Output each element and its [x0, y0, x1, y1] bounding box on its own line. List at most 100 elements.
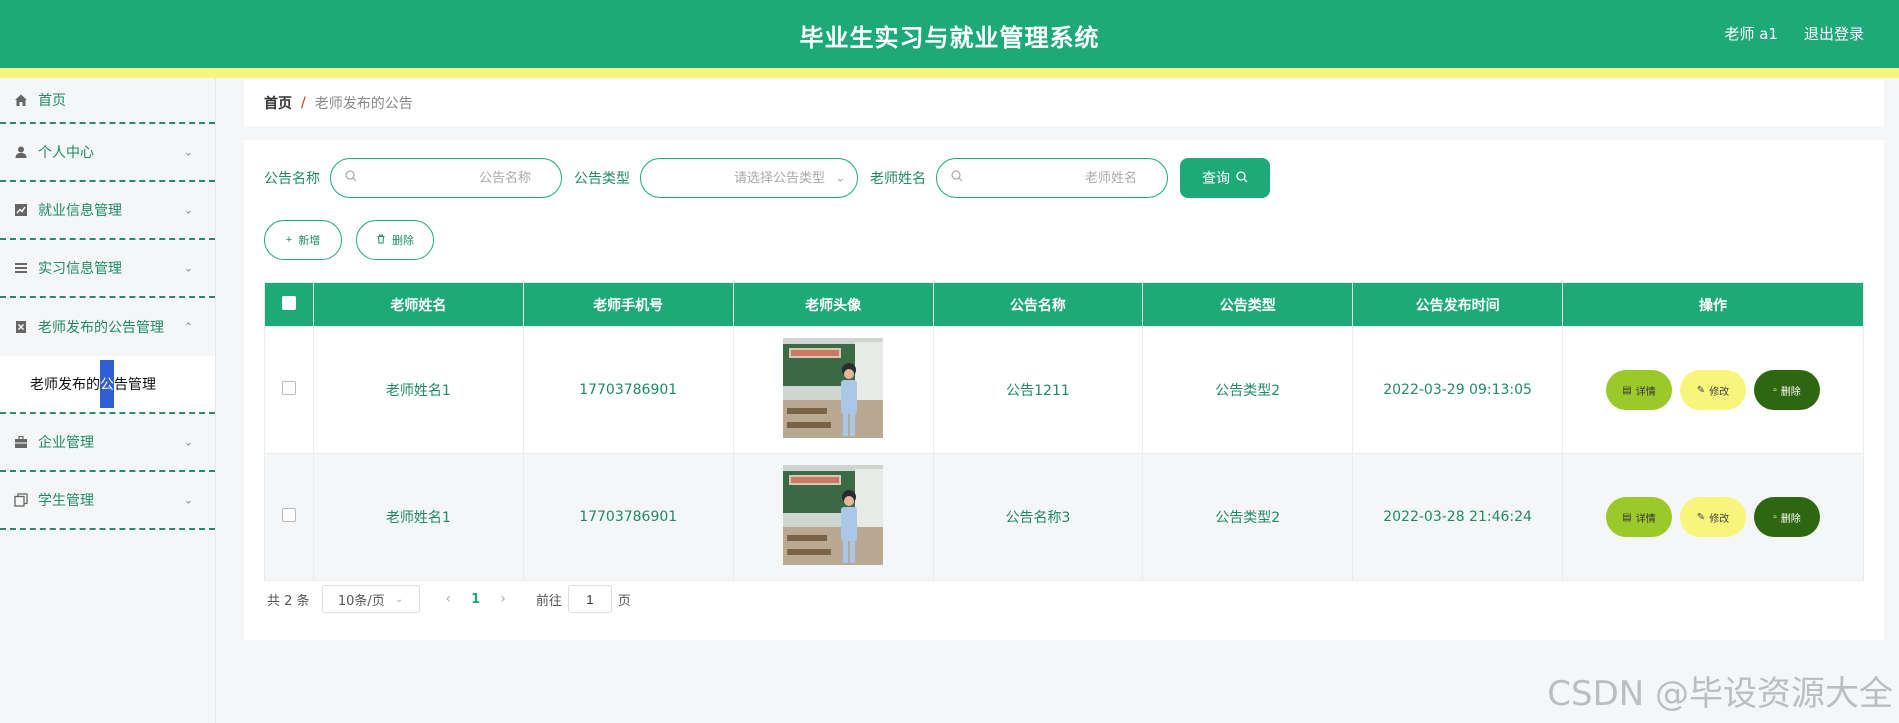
- search-icon: [345, 170, 357, 186]
- teacher-name-field: [936, 158, 1168, 198]
- teacher-avatar-image[interactable]: [783, 465, 884, 565]
- edit-label: 修改: [1709, 386, 1730, 398]
- column-header[interactable]: 老师手机号: [522, 282, 734, 327]
- search-icon: [951, 170, 963, 186]
- chevron-down-icon: ⌄: [183, 145, 193, 159]
- edit-button[interactable]: ✎ 修改: [1680, 497, 1746, 537]
- announcement-name-cell: 公告1211: [932, 326, 1144, 454]
- teacher-name-cell: 老师姓名1: [312, 326, 524, 454]
- document-icon: [14, 320, 28, 334]
- column-header[interactable]: 公告名称: [932, 282, 1144, 327]
- chevron-down-icon: ⌄: [183, 261, 193, 275]
- page-size-value: 10条/页: [337, 593, 385, 609]
- chevron-down-icon: ⌄: [183, 435, 193, 449]
- announcement-table: 老师姓名 老师手机号 老师头像 公告名称 公告类型 公告发布时间 操作 老师姓名…: [264, 282, 1864, 581]
- watermark: CSDN @毕设资源大全: [1547, 674, 1893, 714]
- breadcrumb-separator: /: [301, 95, 306, 111]
- sidebar-item-label: 老师发布的公告管理: [38, 320, 164, 336]
- batch-delete-button[interactable]: 删除: [356, 220, 434, 260]
- detail-icon: ▤: [1622, 511, 1632, 523]
- total-count: 共 2 条: [267, 593, 310, 609]
- sidebar-item-label: 首页: [38, 93, 66, 109]
- goto-page-input[interactable]: [567, 585, 612, 613]
- teacher-avatar-image[interactable]: [783, 338, 884, 438]
- sidebar-item-company[interactable]: 企业管理 ⌄: [0, 414, 215, 472]
- delete-button[interactable]: ▫ 删除: [1754, 370, 1820, 410]
- breadcrumb-current: 老师发布的公告: [314, 96, 413, 112]
- column-header[interactable]: 公告类型: [1142, 282, 1354, 327]
- teacher-phone-cell: 17703786901: [522, 453, 734, 581]
- sidebar-item-label: 企业管理: [38, 435, 94, 451]
- detail-button[interactable]: ▤ 详情: [1606, 370, 1672, 410]
- announcement-type-select[interactable]: ⌄: [640, 158, 858, 198]
- detail-label: 详情: [1635, 513, 1656, 525]
- goto-label: 前往: [535, 593, 562, 609]
- pagination: 共 2 条 10条/页 ⌄ ‹ 1 › 前往 页: [267, 585, 631, 613]
- home-icon: [14, 93, 28, 107]
- page-number[interactable]: 1: [471, 592, 480, 607]
- column-header[interactable]: 老师头像: [732, 282, 934, 327]
- announcement-type-cell: 公告类型2: [1142, 326, 1354, 454]
- query-label: 查询: [1202, 170, 1230, 186]
- breadcrumb-home[interactable]: 首页: [264, 93, 292, 113]
- subitem-label-highlight: 公: [100, 360, 114, 408]
- publish-time-cell: 2022-03-28 21:46:24: [1352, 453, 1564, 581]
- delete-label: 删除: [1780, 386, 1801, 398]
- avatar-cell: [732, 453, 934, 581]
- operations-cell: ▤ 详情 ✎ 修改 ▫ 删除: [1562, 453, 1864, 581]
- detail-label: 详情: [1635, 386, 1656, 398]
- add-label: 新增: [298, 235, 321, 247]
- table-row: 老师姓名1 17703786901: [264, 453, 1864, 581]
- edit-label: 修改: [1709, 513, 1730, 525]
- detail-icon: ▤: [1622, 384, 1632, 396]
- column-header[interactable]: 公告发布时间: [1352, 282, 1564, 327]
- announcement-name-cell: 公告名称3: [932, 453, 1144, 581]
- logout-button[interactable]: 退出登录: [1804, 23, 1864, 44]
- prev-page-button[interactable]: ‹: [446, 591, 452, 607]
- user-area: 老师 a1 退出登录: [1724, 23, 1864, 44]
- subitem-label-pre: 老师发布的: [30, 377, 100, 393]
- announcement-name-input[interactable]: [357, 170, 531, 186]
- top-header: 毕业生实习与就业管理系统 老师 a1 退出登录: [0, 0, 1899, 68]
- breadcrumb: 首页 / 老师发布的公告: [244, 80, 1884, 126]
- delete-label: 删除: [392, 235, 414, 247]
- subitem-label-post: 告管理: [114, 377, 156, 393]
- operations-cell: ▤ 详情 ✎ 修改 ▫ 删除: [1562, 326, 1864, 454]
- chevron-up-icon: ⌃: [183, 320, 193, 334]
- delete-button[interactable]: ▫ 删除: [1754, 497, 1820, 537]
- chevron-down-icon: ⌄: [183, 493, 193, 507]
- sidebar-item-label: 实习信息管理: [38, 261, 122, 277]
- sidebar-item-profile[interactable]: 个人中心 ⌄: [0, 124, 215, 182]
- user-icon: [14, 145, 28, 159]
- list-icon: [14, 261, 28, 275]
- briefcase-icon: [14, 435, 28, 449]
- header-stripe: [0, 68, 1899, 78]
- query-button[interactable]: 查询: [1180, 158, 1270, 198]
- sidebar-item-internship[interactable]: 实习信息管理 ⌄: [0, 240, 215, 298]
- teacher-name-input[interactable]: [963, 170, 1137, 186]
- chevron-down-icon: ⌄: [183, 203, 193, 217]
- column-header[interactable]: 老师姓名: [312, 282, 524, 327]
- sidebar-item-announcements[interactable]: 老师发布的公告管理 ⌃: [0, 298, 215, 356]
- sidebar-subitem-announcement-management[interactable]: 老师发布的公告管理: [0, 356, 215, 414]
- teacher-name-label: 老师姓名: [870, 171, 926, 187]
- current-user-label[interactable]: 老师 a1: [1724, 23, 1778, 44]
- announcement-type-input[interactable]: [655, 170, 825, 186]
- page-size-select[interactable]: 10条/页 ⌄: [321, 585, 420, 613]
- next-page-button[interactable]: ›: [500, 591, 506, 607]
- sidebar-item-employment[interactable]: 就业信息管理 ⌄: [0, 182, 215, 240]
- row-checkbox[interactable]: [281, 381, 296, 395]
- detail-button[interactable]: ▤ 详情: [1606, 497, 1672, 537]
- sidebar-item-home[interactable]: 首页: [0, 78, 215, 124]
- edit-button[interactable]: ✎ 修改: [1680, 370, 1746, 410]
- edit-icon: ✎: [1696, 384, 1706, 396]
- add-button[interactable]: + 新增: [264, 220, 342, 260]
- teacher-name-cell: 老师姓名1: [312, 453, 524, 581]
- row-checkbox[interactable]: [281, 508, 296, 522]
- select-all-checkbox[interactable]: [281, 295, 296, 310]
- search-icon: [1236, 170, 1248, 186]
- teacher-phone-cell: 17703786901: [522, 326, 734, 454]
- chevron-down-icon: ⌄: [394, 593, 404, 605]
- chart-icon: [14, 203, 28, 217]
- sidebar-item-students[interactable]: 学生管理 ⌄: [0, 472, 215, 530]
